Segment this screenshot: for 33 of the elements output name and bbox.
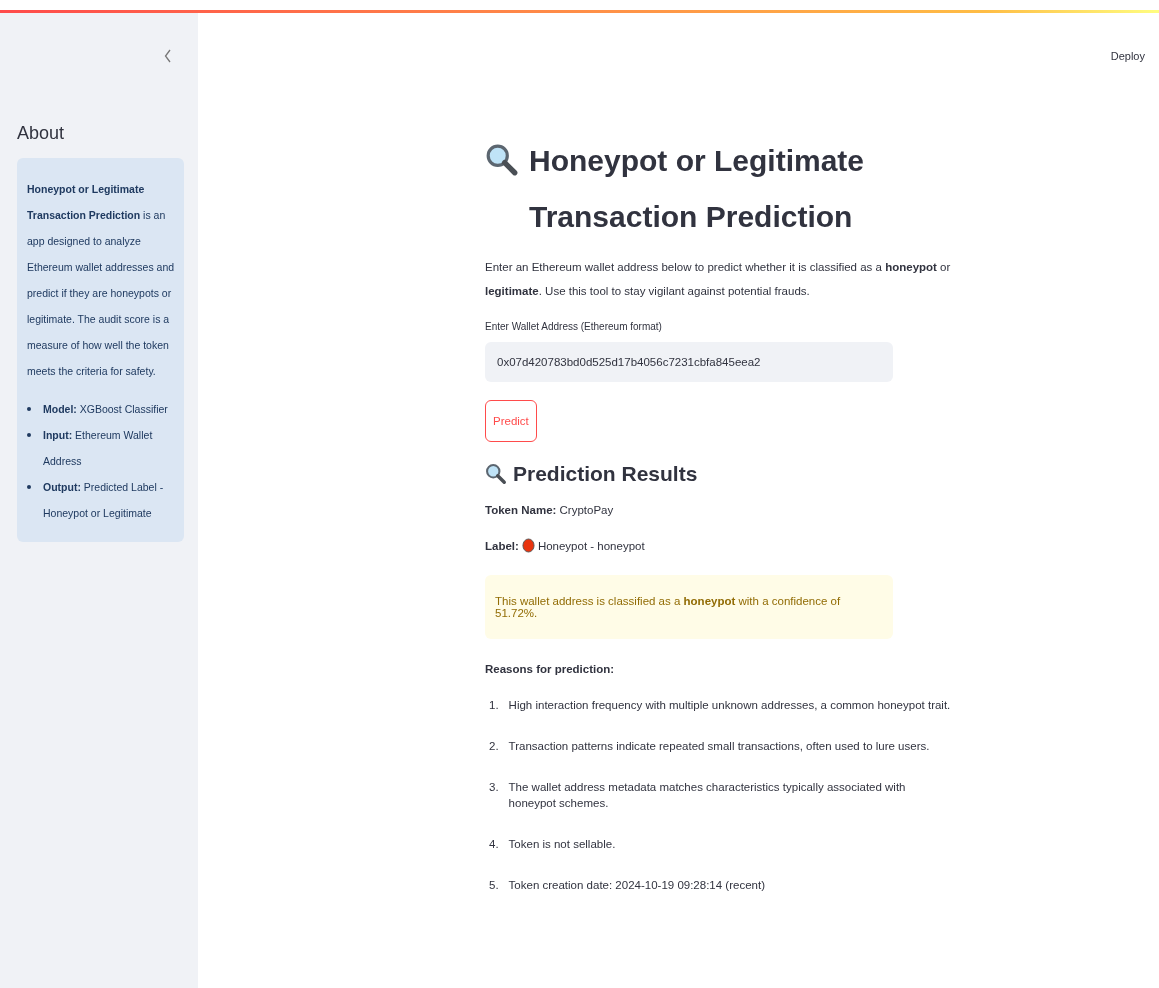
status-dot-icon: [521, 538, 535, 553]
bullet-icon: [27, 433, 31, 437]
list-number: 5.: [489, 878, 499, 893]
list-number: 1.: [489, 698, 499, 713]
list-number: 2.: [489, 739, 499, 754]
collapse-icon[interactable]: [164, 49, 172, 63]
page-title: Honeypot or Legitimate Transaction Prediction: [529, 143, 866, 235]
reasons-heading: Reasons for prediction:: [485, 663, 616, 675]
magnifier-icon: [485, 463, 507, 485]
wallet-address-field[interactable]: 0x07d420783bd0d525d17b4056c7231cbfa845eea2: [485, 342, 893, 382]
app-description: Honeypot or Legitimate Transaction Prediction is an app designed to analyze Ethereum wallet addresses and predict if they are honeypots or legitimate. The audit score is a measure of how well the token meets the criteria for safety.: [27, 182, 176, 379]
reason-text: Token creation date: 2024-10-19 09:28:14 (recent): [508, 878, 765, 893]
magnifier-icon: [485, 143, 519, 177]
bullet-icon: [27, 407, 31, 411]
list-number: 3.: [489, 780, 499, 795]
bullet-text: Model: XGBoost Classifier: [43, 402, 168, 417]
token-name-text: Token Name: CryptoPay: [485, 504, 615, 516]
list-number: 4.: [489, 837, 499, 852]
reason-text: The wallet address metadata matches characteristics typically associated with honeypot schemes.: [508, 780, 907, 811]
label-key: Label:: [485, 539, 519, 552]
alert-text: This wallet address is classified as a honeypot with a confidence of 51.72%.: [495, 595, 841, 619]
deploy-button[interactable]: Deploy: [1108, 39, 1147, 73]
bullet-text: Output: Predicted Label - Honeypot or Legitimate: [43, 480, 165, 521]
sidebar-title: About: [17, 123, 66, 144]
results-heading: Prediction Results: [513, 462, 698, 486]
bullet-text: Input: Ethereum Wallet Address: [43, 428, 154, 469]
label-value: Honeypot - honeypot: [537, 539, 645, 552]
reason-text: High interaction frequency with multiple unknown addresses, a common honeypot trait.: [508, 698, 951, 713]
field-label: Enter Wallet Address (Ethereum format): [485, 321, 663, 332]
bullet-icon: [27, 485, 31, 489]
reason-text: Transaction patterns indicate repeated small transactions, often used to lure users.: [508, 739, 930, 754]
intro-text: Enter an Ethereum wallet address below to predict whether it is classified as a honeypot or legitimate. Use this tool to stay vigilant against potential frauds.: [485, 260, 952, 299]
reason-text: Token is not sellable.: [508, 837, 616, 852]
